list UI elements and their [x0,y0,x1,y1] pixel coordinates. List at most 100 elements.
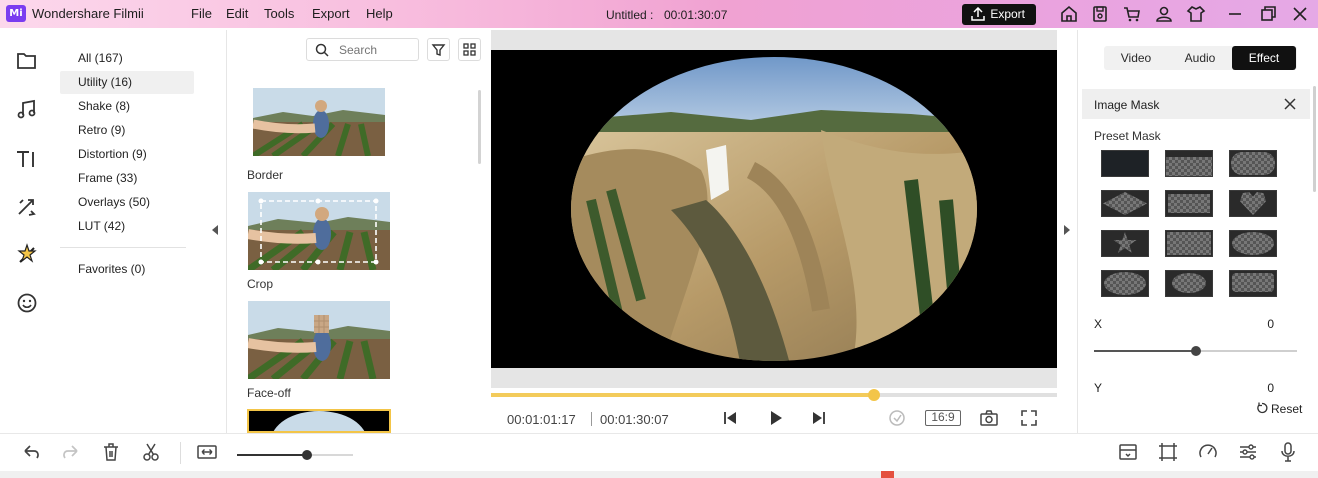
mask-preset-diamond[interactable] [1101,190,1149,217]
x-slider-fill [1094,350,1196,352]
search-box[interactable] [306,38,419,61]
mask-shape [1166,157,1212,176]
category-shake[interactable]: Shake (8) [60,95,194,118]
x-param-value[interactable]: 0 [1260,317,1274,331]
search-icon [315,43,329,57]
marker-icon[interactable] [1117,441,1139,463]
filter-icon [431,44,446,56]
music-note-icon[interactable] [14,97,40,123]
mask-preset-full-rectangle[interactable] [1165,230,1213,257]
microphone-icon[interactable] [1277,441,1299,463]
progress-handle[interactable] [868,389,881,401]
minimize-icon[interactable] [1225,4,1245,24]
y-param-value[interactable]: 0 [1260,381,1274,395]
y-param-label: Y [1094,381,1103,395]
grid-icon [463,43,476,56]
mask-shape [1167,232,1211,255]
tab-effect[interactable]: Effect [1232,46,1296,70]
export-button[interactable]: Export [962,4,1036,25]
sticker-face-icon[interactable] [14,290,40,316]
split-scissors-icon[interactable] [140,441,162,463]
mask-preset-rectangle-small[interactable] [1165,190,1213,217]
undo-icon[interactable] [20,441,42,463]
category-all[interactable]: All (167) [60,47,194,70]
x-slider-handle[interactable] [1190,346,1201,356]
category-utility[interactable]: Utility (16) [60,71,194,94]
text-title-icon[interactable] [14,146,40,172]
app-name: Wondershare Filmii [32,6,144,21]
collapse-left-icon[interactable] [210,224,220,236]
zoom-slider-handle[interactable] [301,450,312,460]
close-mask-icon[interactable] [1283,97,1297,111]
next-frame-icon[interactable] [808,408,830,428]
effect-thumbnail-crop[interactable] [248,192,390,270]
tab-audio[interactable]: Audio [1168,46,1232,70]
menu-help[interactable]: Help [366,6,393,21]
account-icon[interactable] [1154,4,1174,24]
theme-icon[interactable] [1186,4,1206,24]
effect-thumbnail-border[interactable] [253,88,385,156]
category-lut[interactable]: LUT (42) [60,215,194,238]
mask-preset-none[interactable] [1101,150,1149,177]
delete-trash-icon[interactable] [100,441,122,463]
progress-fill [491,393,875,397]
mask-preset-rectangle[interactable] [1165,150,1213,177]
save-icon[interactable] [1090,4,1110,24]
reset-button[interactable]: Reset [1256,402,1302,416]
mask-preset-rect-bubble[interactable] [1229,270,1277,297]
transition-icon[interactable] [14,194,40,220]
right-panel-scrollbar[interactable] [1313,86,1316,192]
image-mask-title: Image Mask [1094,98,1160,112]
timeline-strip[interactable] [0,471,1318,478]
mask-preset-rounded-rect[interactable] [1229,150,1277,177]
menu-export[interactable]: Export [312,6,350,21]
effect-thumbnail-face-off[interactable] [248,301,390,379]
redo-icon[interactable] [60,441,82,463]
expand-right-icon[interactable] [1062,224,1072,236]
fullscreen-icon[interactable] [1018,408,1040,428]
title-bar: Mi Wondershare Filmii File Edit Tools Ex… [0,0,1318,28]
menu-file[interactable]: File [191,6,212,21]
menu-tools[interactable]: Tools [264,6,294,21]
menu-edit[interactable]: Edit [226,6,248,21]
effect-thumbnail-image-mask[interactable] [247,409,391,433]
render-preview-icon[interactable] [886,408,908,428]
close-icon[interactable] [1290,4,1310,24]
mask-preset-speech-bubble[interactable] [1165,270,1213,297]
fit-timeline-icon[interactable] [196,441,218,463]
cart-icon[interactable] [1122,4,1142,24]
category-distortion[interactable]: Distortion (9) [60,143,194,166]
crop-frame-icon[interactable] [1157,441,1179,463]
effects-sparkle-icon[interactable] [14,242,40,268]
mask-preset-ellipse[interactable] [1101,270,1149,297]
category-frame[interactable]: Frame (33) [60,167,194,190]
mask-shape [1232,232,1274,255]
adjust-sliders-icon[interactable] [1237,441,1259,463]
mask-shape [1103,192,1147,215]
effects-scrollbar[interactable] [478,90,481,164]
mask-preset-heart[interactable] [1229,190,1277,217]
vineyard-image [253,88,385,156]
home-icon[interactable] [1059,4,1079,24]
category-overlays[interactable]: Overlays (50) [60,191,194,214]
timecode-divider [591,412,592,426]
search-input[interactable] [339,42,415,57]
mask-preset-star[interactable] [1101,230,1149,257]
filter-button[interactable] [427,38,450,61]
document-duration: 00:01:30:07 [664,8,728,22]
mask-preset-oval[interactable] [1229,230,1277,257]
oval-mask-image [273,411,365,431]
category-retro[interactable]: Retro (9) [60,119,194,142]
media-folder-icon[interactable] [14,48,40,74]
aspect-ratio-button[interactable]: 16:9 [925,410,961,426]
speed-gauge-icon[interactable] [1197,441,1219,463]
restore-icon[interactable] [1258,4,1278,24]
play-icon[interactable] [765,408,787,428]
grid-view-button[interactable] [458,38,481,61]
category-favorites[interactable]: Favorites (0) [60,258,194,281]
previous-frame-icon[interactable] [719,408,741,428]
tab-video[interactable]: Video [1104,46,1168,70]
timeline-playhead[interactable] [881,471,894,478]
snapshot-camera-icon[interactable] [978,408,1000,428]
vineyard-image [248,192,390,270]
